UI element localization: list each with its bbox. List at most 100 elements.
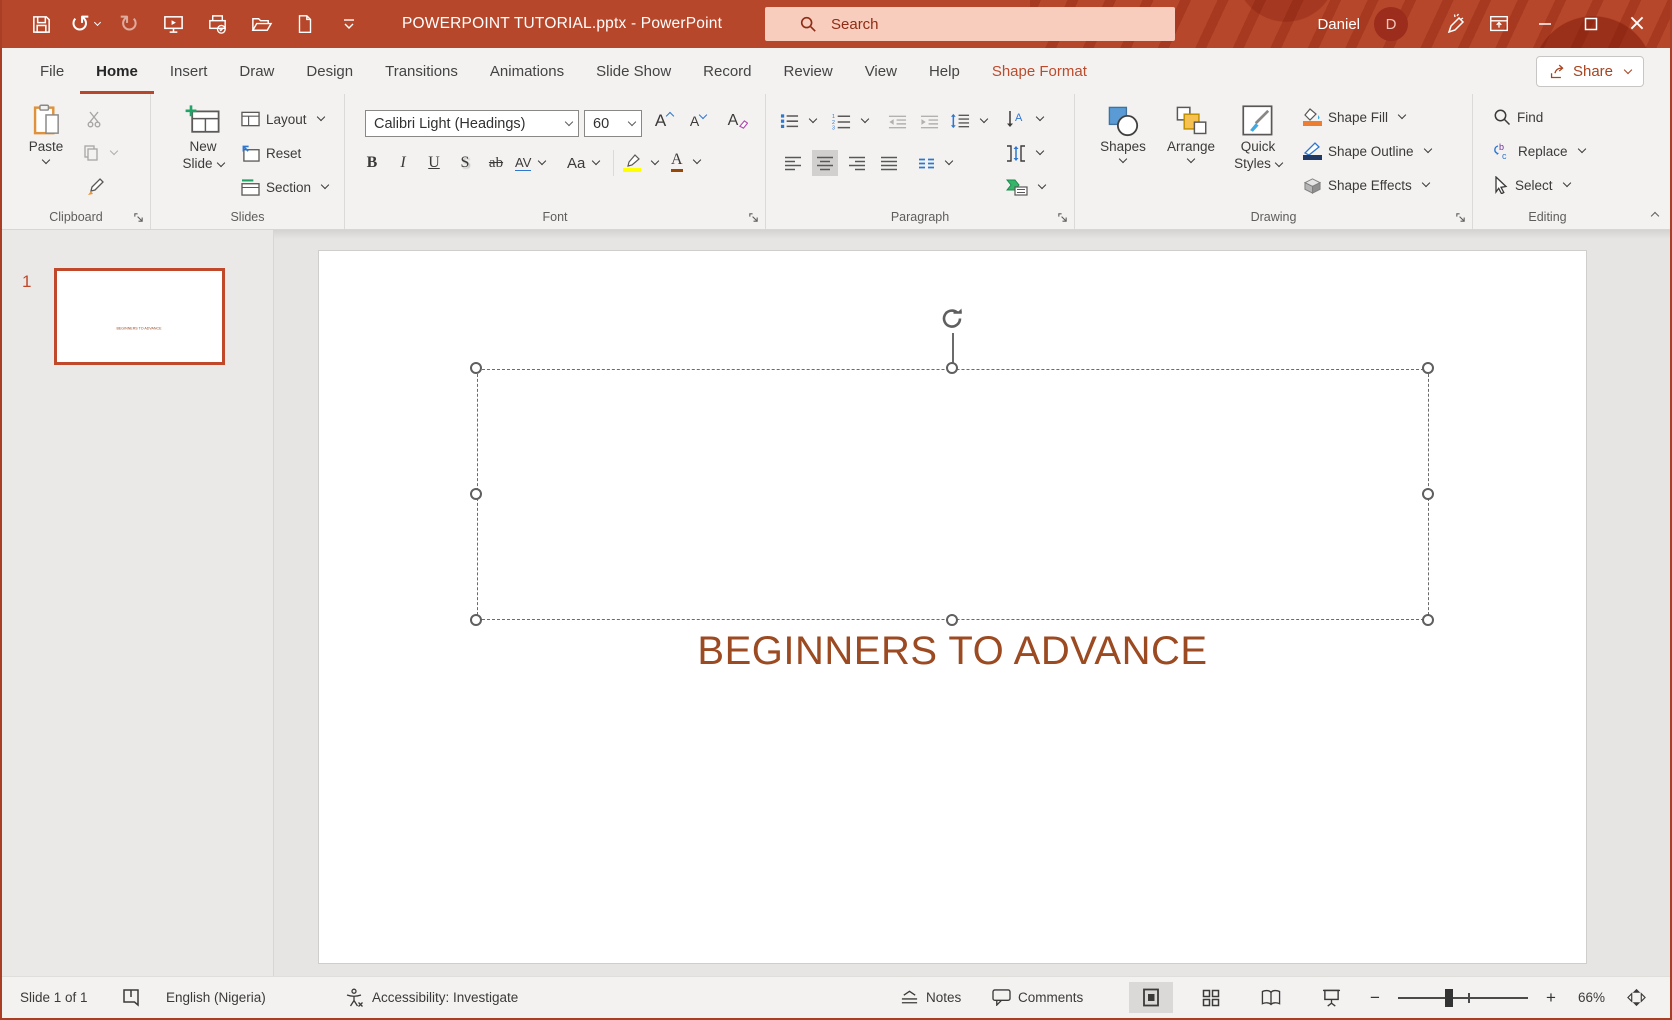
minimize-button[interactable] — [1522, 0, 1568, 48]
tab-review[interactable]: Review — [768, 48, 849, 94]
paste-button[interactable]: Paste — [18, 104, 74, 165]
tab-shape-format[interactable]: Shape Format — [976, 48, 1103, 94]
font-size-combobox[interactable]: 60 — [584, 110, 642, 137]
start-from-beginning-button[interactable] — [156, 7, 190, 41]
change-case-button[interactable]: Aa — [567, 150, 599, 176]
arrange-button[interactable]: Arrange — [1159, 104, 1223, 164]
paragraph-dialog-launcher[interactable] — [1057, 212, 1068, 223]
resize-handle-bottom-center[interactable] — [946, 614, 958, 626]
comments-button[interactable]: Comments — [992, 977, 1083, 1018]
text-shadow-button[interactable]: S — [452, 150, 478, 176]
resize-handle-bottom-right[interactable] — [1422, 614, 1434, 626]
search-box[interactable]: Search — [765, 7, 1175, 41]
font-color-button[interactable]: A — [671, 149, 700, 175]
collapse-ribbon-button[interactable] — [1647, 205, 1658, 223]
find-button[interactable]: Find — [1493, 104, 1543, 130]
slide-indicator[interactable]: Slide 1 of 1 — [20, 977, 88, 1018]
new-file-button[interactable] — [288, 7, 322, 41]
decrease-font-size-button[interactable]: A — [685, 108, 711, 134]
slide-title-text[interactable]: BEGINNERS TO ADVANCE — [319, 629, 1586, 674]
zoom-level[interactable]: 66% — [1578, 977, 1605, 1018]
zoom-slider-track[interactable] — [1398, 997, 1528, 999]
tab-animations[interactable]: Animations — [474, 48, 580, 94]
coming-soon-button[interactable] — [1430, 0, 1476, 48]
replace-button[interactable]: b c Replace — [1493, 138, 1585, 164]
format-painter-button[interactable] — [82, 174, 108, 200]
save-button[interactable] — [24, 7, 58, 41]
editor-canvas[interactable]: BEGINNERS TO ADVANCE — [274, 230, 1670, 976]
open-button[interactable] — [244, 7, 278, 41]
tab-file[interactable]: File — [24, 48, 80, 94]
ribbon-display-options-button[interactable] — [1476, 0, 1522, 48]
increase-font-size-button[interactable]: A — [651, 108, 677, 134]
tab-view[interactable]: View — [849, 48, 913, 94]
decrease-indent-button[interactable] — [884, 108, 910, 134]
tab-home[interactable]: Home — [80, 48, 154, 94]
tab-slide-show[interactable]: Slide Show — [580, 48, 687, 94]
slide-canvas[interactable]: BEGINNERS TO ADVANCE — [318, 250, 1587, 964]
resize-handle-middle-left[interactable] — [470, 488, 482, 500]
shapes-button[interactable]: Shapes — [1093, 104, 1153, 164]
drawing-dialog-launcher[interactable] — [1455, 212, 1466, 223]
zoom-out-button[interactable]: − — [1370, 977, 1380, 1018]
columns-button[interactable] — [918, 150, 952, 176]
italic-button[interactable]: I — [390, 150, 416, 176]
undo-button[interactable]: ↺ — [68, 7, 102, 41]
align-center-button[interactable] — [812, 150, 838, 176]
customize-quick-access-button[interactable] — [332, 7, 366, 41]
align-text-button[interactable] — [1006, 140, 1043, 166]
slide-thumbnail[interactable]: BEGINNERS TO ADVANCE — [54, 268, 225, 365]
strikethrough-button[interactable]: ab — [483, 150, 509, 176]
numbering-button[interactable]: 1 2 3 — [832, 108, 868, 134]
avatar[interactable]: D — [1374, 7, 1408, 41]
fit-to-window-button[interactable] — [1626, 977, 1647, 1018]
normal-view-button[interactable] — [1129, 982, 1173, 1013]
resize-handle-middle-right[interactable] — [1422, 488, 1434, 500]
user-name[interactable]: Daniel — [1317, 16, 1360, 33]
rotate-handle[interactable] — [939, 305, 966, 332]
cut-button[interactable] — [82, 106, 108, 132]
quick-styles-button[interactable]: Quick Styles — [1227, 104, 1289, 172]
character-spacing-button[interactable]: AV — [515, 150, 545, 176]
close-button[interactable]: × — [1614, 0, 1660, 48]
accessibility-checker[interactable]: Accessibility: Investigate — [345, 977, 518, 1018]
shape-fill-button[interactable]: Shape Fill — [1303, 104, 1405, 130]
align-right-button[interactable] — [844, 150, 870, 176]
resize-handle-top-left[interactable] — [470, 362, 482, 374]
justify-button[interactable] — [876, 150, 902, 176]
copy-button[interactable] — [82, 140, 117, 166]
resize-handle-top-center[interactable] — [946, 362, 958, 374]
bullets-button[interactable] — [780, 108, 816, 134]
underline-button[interactable]: U — [421, 150, 447, 176]
reset-button[interactable]: Reset — [241, 140, 301, 166]
tab-design[interactable]: Design — [290, 48, 369, 94]
line-spacing-button[interactable] — [950, 108, 987, 134]
shape-effects-button[interactable]: Shape Effects — [1303, 172, 1429, 198]
selected-text-placeholder[interactable] — [477, 369, 1429, 620]
tab-help[interactable]: Help — [913, 48, 976, 94]
zoom-in-button[interactable]: + — [1546, 977, 1556, 1018]
layout-button[interactable]: Layout — [241, 106, 324, 132]
share-button[interactable]: Share — [1536, 56, 1644, 87]
new-slide-button[interactable]: New Slide — [173, 104, 233, 172]
clipboard-dialog-launcher[interactable] — [133, 212, 144, 223]
font-family-combobox[interactable]: Calibri Light (Headings) — [365, 110, 579, 137]
tab-draw[interactable]: Draw — [223, 48, 290, 94]
redo-button[interactable]: ↻ — [112, 7, 146, 41]
bold-button[interactable]: B — [359, 150, 385, 176]
zoom-slider-handle[interactable] — [1445, 989, 1453, 1007]
align-left-button[interactable] — [780, 150, 806, 176]
section-button[interactable]: Section — [241, 174, 328, 200]
select-button[interactable]: Select — [1493, 172, 1570, 198]
tab-transitions[interactable]: Transitions — [369, 48, 474, 94]
text-direction-button[interactable]: A — [1006, 106, 1043, 132]
maximize-button[interactable] — [1568, 0, 1614, 48]
reading-view-button[interactable] — [1249, 982, 1293, 1013]
spell-check-button[interactable] — [122, 977, 140, 1018]
slide-sorter-view-button[interactable] — [1189, 982, 1233, 1013]
convert-to-smartart-button[interactable] — [1006, 174, 1045, 200]
resize-handle-bottom-left[interactable] — [470, 614, 482, 626]
resize-handle-top-right[interactable] — [1422, 362, 1434, 374]
font-dialog-launcher[interactable] — [748, 212, 759, 223]
tab-insert[interactable]: Insert — [154, 48, 224, 94]
